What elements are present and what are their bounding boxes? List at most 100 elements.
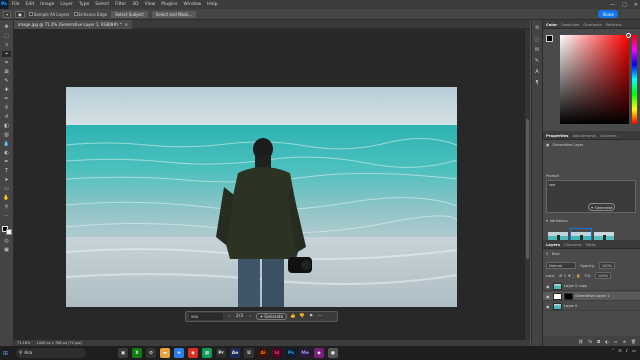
minimize-button[interactable]: — bbox=[610, 2, 615, 8]
taskbar-search[interactable]: ⚲ Ara bbox=[16, 348, 86, 358]
menu-filter[interactable]: Filter bbox=[112, 2, 129, 7]
tab-patterns[interactable]: Patterns bbox=[606, 22, 622, 27]
new-group-icon[interactable]: ▭ bbox=[614, 339, 618, 344]
variations-header[interactable]: ▾ Variations bbox=[546, 219, 568, 223]
thumbs-up-icon[interactable]: 👍 bbox=[290, 313, 296, 320]
premiere-icon[interactable]: Pr bbox=[216, 348, 226, 358]
healing-brush-icon[interactable]: ✚ bbox=[2, 87, 11, 93]
enhance-edge-checkbox[interactable]: Enhance Edge bbox=[73, 12, 107, 17]
history-panel-icon[interactable]: ⟲ bbox=[534, 25, 540, 31]
tab-color[interactable]: Color bbox=[546, 22, 557, 27]
kind-filter[interactable]: Kind bbox=[552, 252, 560, 256]
zoom-readout[interactable]: 71.16% bbox=[17, 341, 30, 345]
path-selection-icon[interactable]: ➤ bbox=[2, 177, 11, 183]
add-mask-icon[interactable]: ◘ bbox=[597, 339, 600, 344]
volume-icon[interactable]: ♪ bbox=[626, 348, 629, 353]
next-variation-icon[interactable]: › bbox=[247, 313, 253, 320]
more-tools-icon[interactable]: ⋯ bbox=[2, 213, 11, 219]
type-tool-icon[interactable]: T bbox=[2, 168, 11, 174]
eyedropper-tool-icon[interactable]: ✎ bbox=[2, 78, 11, 84]
blend-mode-select[interactable]: Normal bbox=[546, 262, 576, 269]
move-tool-icon[interactable]: ✥ bbox=[2, 24, 11, 30]
layer-row[interactable]: ◉ Layer 0 bbox=[543, 302, 640, 311]
network-icon[interactable]: ☷ bbox=[618, 348, 622, 353]
paragraph-panel-icon[interactable]: ¶ bbox=[534, 80, 540, 86]
menu-select[interactable]: Select bbox=[92, 2, 112, 7]
comments-panel-icon[interactable]: ✉ bbox=[534, 47, 540, 53]
visibility-eye-icon[interactable]: ◉ bbox=[546, 304, 551, 309]
generate-button[interactable]: ✦ Generate bbox=[256, 313, 288, 320]
share-button[interactable]: Share bbox=[598, 10, 618, 18]
clone-stamp-icon[interactable]: ⚲ bbox=[2, 105, 11, 111]
chevron-up-icon[interactable]: ˄ bbox=[612, 348, 614, 353]
lasso-tool-icon[interactable]: ↄ bbox=[2, 42, 11, 48]
eraser-tool-icon[interactable]: ◧ bbox=[2, 123, 11, 129]
indesign-icon[interactable]: Id bbox=[272, 348, 282, 358]
sample-all-layers-checkbox[interactable]: Sample All Layers bbox=[28, 12, 70, 17]
color-panel-foreground[interactable] bbox=[546, 35, 553, 42]
new-layer-icon[interactable]: ⊕ bbox=[623, 339, 626, 344]
properties-generate-button[interactable]: ✦ Generate bbox=[588, 203, 615, 211]
tab-properties[interactable]: Properties bbox=[546, 133, 568, 138]
delete-layer-icon[interactable]: 🗑 bbox=[631, 339, 636, 344]
menu-layer[interactable]: Layer bbox=[57, 2, 76, 7]
frame-tool-icon[interactable]: ⊠ bbox=[2, 69, 11, 75]
pen-tool-icon[interactable]: ✒ bbox=[2, 159, 11, 165]
tab-gradients[interactable]: Gradients bbox=[583, 22, 602, 27]
after-effects-icon[interactable]: Ae bbox=[230, 348, 240, 358]
character-panel-icon[interactable]: A bbox=[534, 69, 540, 75]
lock-icons[interactable]: ⊞ ✎ ✥ ⬚ 🔒 bbox=[559, 274, 580, 278]
zoom-tool-icon[interactable]: ⚲ bbox=[2, 204, 11, 210]
file-explorer-icon[interactable]: ▬ bbox=[160, 348, 170, 358]
tool-preset-picker[interactable]: ⌖ bbox=[3, 10, 12, 18]
media-encoder-icon[interactable]: Me bbox=[300, 348, 310, 358]
color-picker-cursor[interactable] bbox=[626, 33, 631, 38]
app-icon[interactable]: ● bbox=[328, 348, 338, 358]
visibility-eye-icon[interactable]: ◉ bbox=[546, 284, 551, 289]
settings-icon[interactable]: ⚙ bbox=[146, 348, 156, 358]
sheets-icon[interactable]: ▦ bbox=[202, 348, 212, 358]
generative-prompt-input[interactable]: sea bbox=[189, 313, 223, 320]
hand-tool-icon[interactable]: ✋ bbox=[2, 195, 11, 201]
link-layers-icon[interactable]: ⛓ bbox=[578, 339, 583, 344]
menu-3d[interactable]: 3D bbox=[129, 2, 141, 7]
brush-tool-icon[interactable]: ✏ bbox=[2, 96, 11, 102]
tab-adjustments[interactable]: Adjustments bbox=[572, 133, 596, 138]
vertical-scrollbar[interactable] bbox=[525, 29, 530, 340]
xbox-icon[interactable]: X bbox=[132, 348, 142, 358]
app-icon[interactable]: ◆ bbox=[314, 348, 324, 358]
fx-icon[interactable]: fx bbox=[588, 339, 592, 344]
opacity-input[interactable]: 100% bbox=[598, 262, 616, 269]
background-color-swatch[interactable] bbox=[5, 229, 12, 235]
color-picker-field[interactable] bbox=[560, 33, 631, 124]
menu-view[interactable]: View bbox=[142, 2, 159, 7]
document-image[interactable] bbox=[66, 87, 457, 307]
photoshop-logo[interactable]: Ps bbox=[0, 0, 9, 9]
close-button[interactable]: ✕ bbox=[634, 2, 638, 8]
tab-channels[interactable]: Channels bbox=[564, 242, 582, 247]
select-and-mask-button[interactable]: Select and Mask... bbox=[151, 10, 197, 18]
layer-row-selected[interactable]: ◉ Generative Layer 1 bbox=[543, 292, 640, 301]
previous-variation-icon[interactable]: ‹ bbox=[226, 313, 232, 320]
hue-slider[interactable] bbox=[632, 35, 637, 124]
thumbs-down-icon[interactable]: 👎 bbox=[299, 313, 305, 320]
illustrator-icon[interactable]: Ai bbox=[258, 348, 268, 358]
close-tab-icon[interactable]: × bbox=[125, 22, 128, 27]
color-swatches[interactable] bbox=[1, 226, 12, 235]
menu-edit[interactable]: Edit bbox=[23, 2, 38, 7]
marquee-tool-icon[interactable]: ⬚ bbox=[2, 33, 11, 39]
visibility-eye-icon[interactable]: ◉ bbox=[546, 294, 551, 299]
menu-image[interactable]: Image bbox=[37, 2, 57, 7]
task-view-icon[interactable]: ▣ bbox=[118, 348, 128, 358]
edge-icon[interactable]: e bbox=[174, 348, 184, 358]
menu-plugins[interactable]: Plugins bbox=[158, 2, 180, 7]
notification-icon[interactable]: ▭ bbox=[632, 348, 636, 353]
menu-window[interactable]: Window bbox=[180, 2, 204, 7]
select-subject-button[interactable]: Select Subject bbox=[111, 10, 148, 18]
scrollbar-thumb[interactable] bbox=[526, 119, 529, 259]
layer-row[interactable]: ◉ Layer 0 copy bbox=[543, 282, 640, 291]
history-brush-icon[interactable]: ↺ bbox=[2, 114, 11, 120]
tab-libraries[interactable]: Libraries bbox=[600, 133, 616, 138]
tab-swatches[interactable]: Swatches bbox=[561, 22, 579, 27]
tab-paths[interactable]: Paths bbox=[586, 242, 596, 247]
